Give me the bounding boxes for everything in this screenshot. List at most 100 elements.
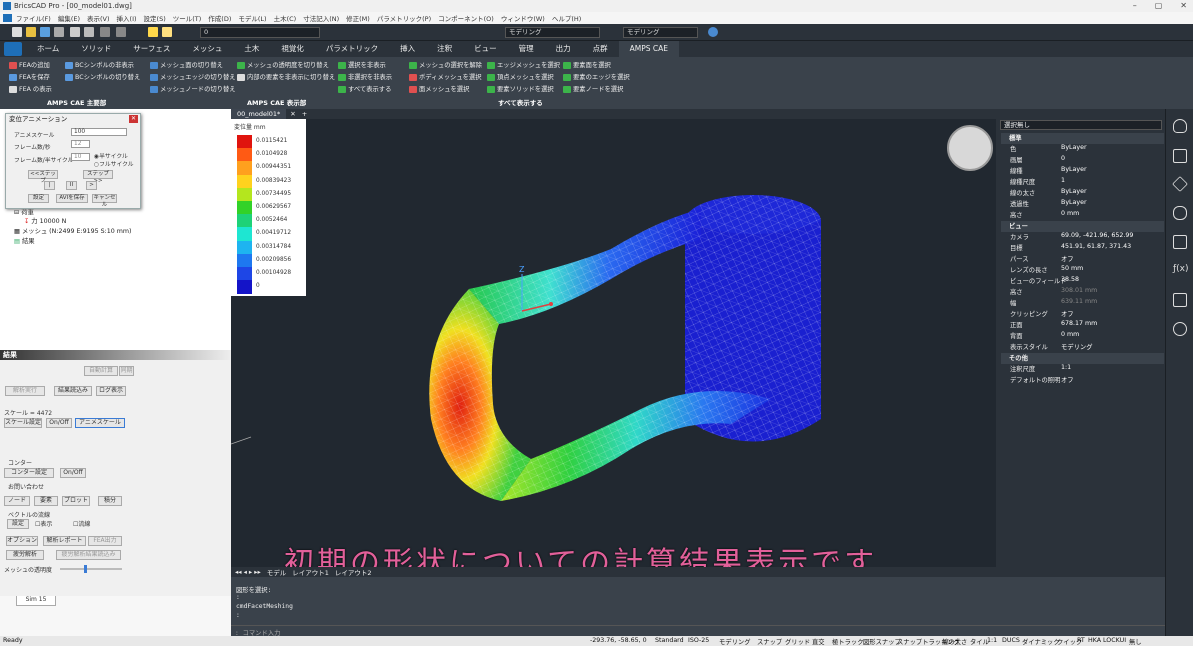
element-edge-select-button[interactable]: 要素のエッジを選択 — [563, 72, 630, 83]
layer-on-icon[interactable] — [148, 27, 158, 37]
fatigue-results-button[interactable]: 疲労解析結果読込み — [56, 550, 121, 560]
status-toggle[interactable]: 直交 — [812, 637, 825, 646]
auto-calc-button[interactable]: 自動計算 — [84, 366, 118, 376]
save-avi-button[interactable]: AVIを保存 — [56, 194, 88, 203]
show-vector-checkbox[interactable]: ☐表示 — [35, 519, 52, 528]
pause-button[interactable]: II — [66, 181, 77, 190]
status-toggle[interactable]: スナップ — [757, 637, 782, 646]
application-menu-button[interactable] — [4, 42, 22, 56]
settings-button[interactable]: 設定 — [28, 194, 49, 203]
redo-icon[interactable] — [116, 27, 126, 37]
structure-icon[interactable] — [1173, 293, 1187, 307]
add-doc-icon[interactable]: + — [302, 110, 307, 118]
selection-combo[interactable]: 選択無し — [1000, 120, 1162, 130]
menu-tools[interactable]: ツール(T) — [173, 13, 202, 23]
element-face-select-button[interactable]: 要素面を選択 — [563, 60, 611, 71]
property-row[interactable]: 色 ByLayer — [1001, 144, 1164, 155]
properties-icon[interactable] — [1173, 149, 1187, 163]
property-row[interactable]: 透過性 ByLayer — [1001, 199, 1164, 210]
property-row[interactable]: 線種尺度 1 — [1001, 177, 1164, 188]
step-back-button[interactable]: <<ステップ — [28, 170, 58, 184]
property-row[interactable]: レンズの長さ 50 mm — [1001, 265, 1164, 276]
status-toggle[interactable]: 極トラック — [832, 637, 863, 646]
layer-combo[interactable]: 0 — [200, 27, 320, 38]
status-toggle[interactable]: 線の太さ — [942, 637, 967, 646]
run-analysis-button[interactable]: 解析実行 — [5, 386, 45, 396]
hatch-icon[interactable] — [1173, 235, 1187, 249]
tab-pointcloud[interactable]: 点群 — [582, 41, 619, 57]
mesh-face-toggle-button[interactable]: メッシュ面の切り替え — [150, 60, 223, 71]
menu-file[interactable]: ファイル(F) — [16, 13, 51, 23]
model-viewport[interactable]: Z — [231, 119, 996, 567]
open-file-icon[interactable] — [26, 27, 36, 37]
fatigue-analysis-button[interactable]: 疲労解析 — [6, 550, 44, 560]
scale-onoff-button[interactable]: On/Off — [46, 418, 72, 428]
integrate-button[interactable]: 積分 — [98, 496, 122, 506]
tree-item-force[interactable]: ↧ 力 10000 N — [24, 216, 66, 225]
menu-draw[interactable]: 作成(D) — [208, 13, 231, 23]
property-row[interactable]: 目標 451.91, 61.87, 371.43 — [1001, 243, 1164, 254]
attach-icon[interactable] — [1173, 206, 1187, 220]
status-toggle[interactable]: ダイナミック — [1022, 637, 1060, 646]
status-toggle[interactable]: 1:1 — [987, 637, 997, 644]
show-all-button[interactable]: すべて表示する — [338, 84, 391, 95]
status-toggle[interactable]: DUCS — [1002, 637, 1020, 644]
fea-output-button[interactable]: FEA出力 — [88, 536, 122, 546]
hide-inner-elements-button[interactable]: 内部の要素を非表示に切り替え — [237, 72, 335, 83]
element-node-select-button[interactable]: 要素ノードを選択 — [563, 84, 623, 95]
dialog-close-button[interactable]: ✕ — [129, 115, 138, 123]
save-as-icon[interactable] — [54, 27, 64, 37]
mesh-edge-toggle-button[interactable]: メッシュエッジの切り替え — [150, 72, 236, 83]
property-row[interactable]: 背面 0 mm — [1001, 331, 1164, 342]
tab-view[interactable]: ビュー — [463, 41, 508, 57]
sync-button[interactable]: 同期 — [119, 366, 134, 376]
help-icon[interactable] — [708, 27, 718, 37]
element-solid-select-button[interactable]: 要素ソリッドを選択 — [487, 84, 554, 95]
tab-civil[interactable]: 土木 — [233, 41, 270, 57]
anim-scale-button[interactable]: アニメスケール — [75, 418, 125, 428]
tab-solid[interactable]: ソリッド — [70, 41, 122, 57]
transparency-slider[interactable] — [60, 568, 122, 570]
bc-symbol-toggle-button[interactable]: BCシンボルの切り替え — [65, 72, 140, 83]
tab-insert[interactable]: 挿入 — [389, 41, 426, 57]
vertex-mesh-select-button[interactable]: 頂点メッシュを選択 — [487, 72, 554, 83]
contour-settings-button[interactable]: コンター設定 — [4, 468, 54, 478]
property-row[interactable]: 線種 ByLayer — [1001, 166, 1164, 177]
transparency-slider-thumb[interactable] — [84, 565, 87, 573]
property-section[interactable]: その他 — [1001, 353, 1164, 364]
property-row[interactable]: カメラ 69.09, -421.96, 652.99 — [1001, 232, 1164, 243]
property-row[interactable]: デフォルトの照明 オフ — [1001, 375, 1164, 386]
options-button[interactable]: オプション — [6, 536, 38, 546]
tab-layout1[interactable]: レイアウト1 — [292, 567, 329, 577]
vector-settings-button[interactable]: 設定 — [7, 519, 29, 529]
sim-tab[interactable]: Sim 15 — [16, 596, 56, 606]
minimize-button[interactable]: – — [1133, 0, 1137, 12]
face-mesh-select-button[interactable]: 面メッシュを選択 — [409, 84, 469, 95]
menu-civil[interactable]: 土木(C) — [274, 13, 297, 23]
property-row[interactable]: 線の太さ ByLayer — [1001, 188, 1164, 199]
property-row[interactable]: 表示スタイル モデリング — [1001, 342, 1164, 353]
tab-model-space[interactable]: モデル — [267, 567, 287, 577]
lightbulb-icon[interactable] — [1173, 119, 1187, 133]
hide-selected-button[interactable]: 選択を非表示 — [338, 60, 386, 71]
print-icon[interactable] — [70, 27, 80, 37]
visualstyle-combo[interactable]: モデリング — [623, 27, 698, 38]
edge-mesh-select-button[interactable]: エッジメッシュを選択 — [487, 60, 560, 71]
maximize-button[interactable]: ▢ — [1155, 0, 1163, 12]
close-button[interactable]: ✕ — [1180, 0, 1187, 12]
view-navigation-wheel[interactable] — [947, 125, 993, 171]
property-row[interactable]: クリッピング オフ — [1001, 309, 1164, 320]
save-icon[interactable] — [40, 27, 50, 37]
undo-icon[interactable] — [100, 27, 110, 37]
status-toggle[interactable]: 図形スナップ — [863, 637, 901, 646]
status-toggle[interactable]: RT — [1077, 637, 1085, 644]
property-section[interactable]: 標準 — [1001, 133, 1164, 144]
cancel-button[interactable]: キャンセル — [92, 194, 117, 208]
menu-insert[interactable]: 挿入(I) — [117, 13, 137, 23]
status-toggle[interactable]: グリッド — [785, 637, 810, 646]
property-row[interactable]: 高さ 308.01 mm — [1001, 287, 1164, 298]
status-toggle[interactable]: HKA — [1088, 637, 1101, 644]
tab-output[interactable]: 出力 — [545, 41, 582, 57]
property-row[interactable]: パース オフ — [1001, 254, 1164, 265]
fea-add-button[interactable]: FEAの追加 — [9, 60, 50, 71]
